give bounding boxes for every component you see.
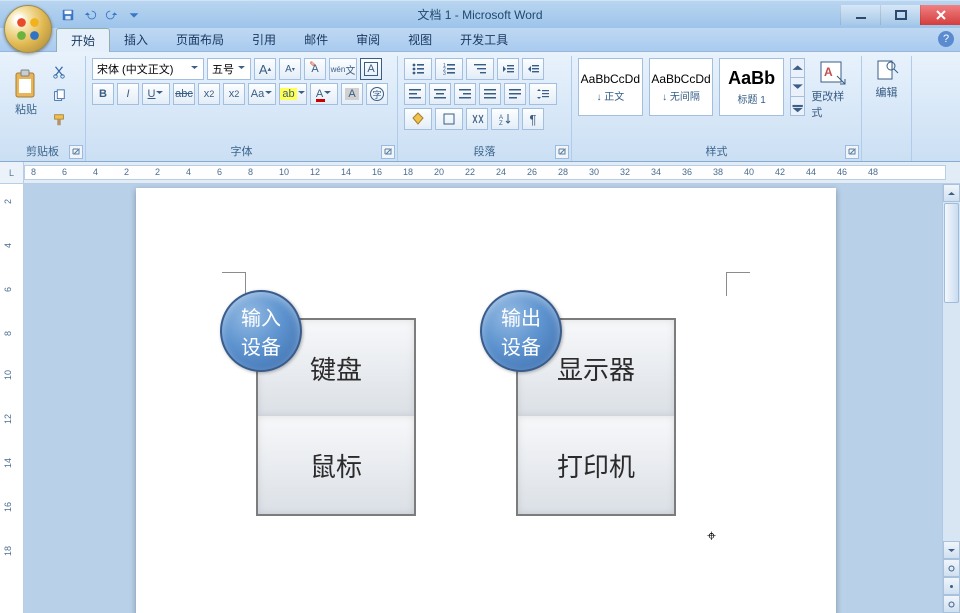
format-painter-icon[interactable] (49, 110, 69, 130)
multilevel-button[interactable] (466, 58, 494, 80)
qat-customize-icon[interactable] (124, 5, 144, 25)
svg-text:Z: Z (499, 121, 503, 126)
ruler-tab-selector[interactable]: L (0, 162, 24, 183)
align-right-button[interactable] (454, 83, 476, 105)
tab-insert[interactable]: 插入 (110, 28, 162, 51)
maximize-button[interactable] (880, 5, 920, 25)
pinyin-guide-button[interactable]: wén文 (329, 58, 357, 80)
superscript-button[interactable]: x2 (223, 83, 245, 105)
para-dialog-launcher[interactable] (555, 145, 569, 159)
close-button[interactable] (920, 5, 960, 25)
next-page-button[interactable] (943, 595, 960, 613)
font-dialog-launcher[interactable] (381, 145, 395, 159)
font-color-button[interactable]: A (310, 83, 338, 105)
borders-button[interactable] (435, 108, 463, 130)
style-gallery-scroll[interactable] (790, 58, 805, 116)
align-justify-button[interactable] (479, 83, 501, 105)
subscript-button[interactable]: x2 (198, 83, 220, 105)
window-title: 文档 1 - Microsoft Word (417, 6, 542, 23)
font-name-combo[interactable]: 宋体 (中文正文) (92, 58, 204, 80)
change-case-button[interactable]: Aa (248, 83, 276, 105)
char-shading-button[interactable]: A (341, 83, 363, 105)
undo-icon[interactable] (80, 5, 100, 25)
svg-text:A: A (824, 65, 833, 79)
page-viewport: 输入 设备 键盘 鼠标 输出 设备 显示器 打印机 ⌖ (24, 184, 942, 613)
card-mouse[interactable]: 鼠标 (256, 416, 416, 516)
change-styles-button[interactable]: A 更改样式 (811, 58, 855, 120)
distribute-button[interactable] (504, 83, 526, 105)
save-icon[interactable] (58, 5, 78, 25)
paste-label: 粘贴 (15, 101, 37, 117)
scroll-track[interactable] (943, 304, 960, 541)
cut-icon[interactable] (49, 62, 69, 82)
style-heading1[interactable]: AaBb 标题 1 (719, 58, 784, 116)
grow-font-button[interactable]: A▴ (254, 58, 276, 80)
badge-input[interactable]: 输入 设备 (220, 290, 302, 372)
tab-view[interactable]: 视图 (394, 28, 446, 51)
strike-button[interactable]: abc (173, 83, 195, 105)
editing-button[interactable]: 编辑 (868, 58, 905, 100)
styles-dialog-launcher[interactable] (845, 145, 859, 159)
show-marks-button[interactable]: ¶ (522, 108, 544, 130)
svg-text:3: 3 (443, 71, 446, 76)
tab-home[interactable]: 开始 (56, 28, 110, 52)
margin-marker-tl (222, 272, 246, 296)
scroll-down-button[interactable] (943, 541, 960, 559)
italic-button[interactable]: I (117, 83, 139, 105)
align-center-button[interactable] (429, 83, 451, 105)
diagram-col-output: 输出 设备 显示器 打印机 ⌖ (516, 318, 676, 516)
scroll-up-button[interactable] (943, 184, 960, 202)
highlight-button[interactable]: ab (279, 83, 307, 105)
clear-format-button[interactable]: A✎ (304, 58, 326, 80)
copy-icon[interactable] (49, 86, 69, 106)
group-edit-label (868, 145, 905, 161)
underline-button[interactable]: U (142, 83, 170, 105)
bullets-button[interactable] (404, 58, 432, 80)
tab-review[interactable]: 审阅 (342, 28, 394, 51)
shading-button[interactable] (404, 108, 432, 130)
document-page[interactable]: 输入 设备 键盘 鼠标 输出 设备 显示器 打印机 ⌖ (136, 188, 836, 613)
office-button[interactable] (4, 5, 52, 53)
help-button[interactable]: ? (938, 31, 954, 47)
style-nospacing[interactable]: AaBbCcDd ↓ 无间隔 (649, 58, 714, 116)
badge-output[interactable]: 输出 设备 (480, 290, 562, 372)
tab-mailings[interactable]: 邮件 (290, 28, 342, 51)
clipboard-dialog-launcher[interactable] (69, 145, 83, 159)
prev-page-button[interactable] (943, 559, 960, 577)
card-printer[interactable]: 打印机 (516, 416, 676, 516)
asian-layout-button[interactable] (466, 108, 488, 130)
line-spacing-button[interactable] (529, 83, 557, 105)
align-left-button[interactable] (404, 83, 426, 105)
margin-marker-tr (726, 272, 750, 296)
enclose-char-button[interactable]: 字 (366, 83, 388, 105)
tab-developer[interactable]: 开发工具 (446, 28, 522, 51)
group-para-label: 段落 (404, 141, 565, 161)
minimize-button[interactable] (840, 5, 880, 25)
tab-references[interactable]: 引用 (238, 28, 290, 51)
style-normal[interactable]: AaBbCcDd ↓ 正文 (578, 58, 643, 116)
diagram-col-input: 输入 设备 键盘 鼠标 (256, 318, 416, 516)
redo-icon[interactable] (102, 5, 122, 25)
group-styles-label: 样式 (578, 141, 855, 161)
shrink-font-button[interactable]: A▾ (279, 58, 301, 80)
increase-indent-button[interactable] (522, 58, 544, 80)
sort-button[interactable]: AZ (491, 108, 519, 130)
tab-layout[interactable]: 页面布局 (162, 28, 238, 51)
scroll-thumb[interactable] (944, 203, 959, 303)
numbering-button[interactable]: 123 (435, 58, 463, 80)
paste-button[interactable]: 粘贴 (6, 58, 46, 128)
char-border-button[interactable]: A (360, 58, 382, 80)
text-cursor: ⌖ (707, 528, 716, 546)
select-browse-button[interactable] (943, 577, 960, 595)
font-size-combo[interactable]: 五号 (207, 58, 251, 80)
vertical-scrollbar[interactable] (942, 184, 960, 613)
vertical-ruler[interactable]: 24681012141618 (0, 184, 24, 613)
bold-button[interactable]: B (92, 83, 114, 105)
horizontal-ruler[interactable]: 8642246810121416182022242628303234363840… (24, 165, 946, 180)
group-font-label: 字体 (92, 141, 391, 161)
decrease-indent-button[interactable] (497, 58, 519, 80)
